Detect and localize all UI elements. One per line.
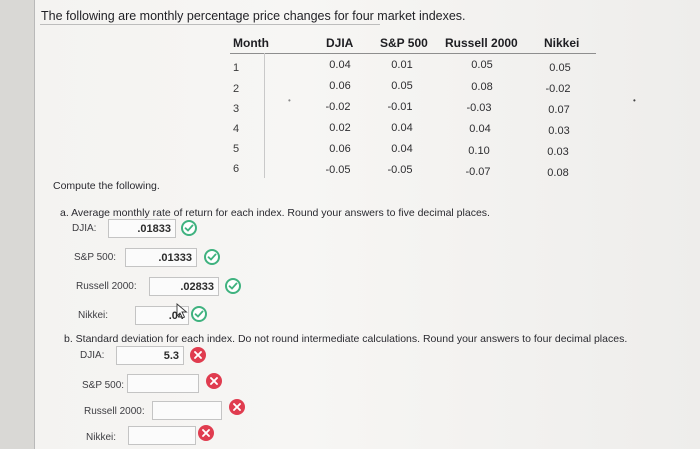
check-circle-icon bbox=[191, 306, 207, 322]
table-cell-sp500: -0.05 bbox=[387, 164, 413, 176]
check-circle-icon bbox=[181, 220, 197, 236]
check-circle-icon bbox=[225, 278, 241, 294]
intro-underline bbox=[40, 24, 380, 25]
part-a-sp500-input[interactable]: .01333 bbox=[125, 248, 197, 267]
part-a-sp500-label: S&P 500: bbox=[74, 252, 117, 263]
part-a-prompt: a. Average monthly rate of return for ea… bbox=[60, 207, 490, 219]
x-circle-icon bbox=[190, 347, 206, 363]
table-cell-sp500: 0.05 bbox=[391, 80, 413, 92]
decorative-dot: • bbox=[288, 96, 291, 105]
header-sp500: S&P 500 bbox=[380, 36, 428, 50]
table-cell-russell: 0.10 bbox=[468, 145, 490, 157]
part-b-sp500-label: S&P 500: bbox=[82, 380, 125, 391]
table-header-rule bbox=[230, 53, 596, 54]
table-cell-sp500: 0.01 bbox=[391, 59, 413, 71]
x-circle-icon bbox=[198, 425, 214, 441]
table-cell-djia: -0.05 bbox=[325, 164, 351, 176]
header-nikkei: Nikkei bbox=[544, 36, 580, 50]
table-cell-nikkei: 0.08 bbox=[547, 167, 569, 179]
x-circle-icon bbox=[229, 399, 245, 415]
table-cell-nikkei: 0.03 bbox=[548, 125, 570, 137]
part-b-nikkei-input[interactable] bbox=[128, 426, 196, 445]
header-month: Month bbox=[233, 36, 269, 50]
table-cell-sp500: 0.04 bbox=[391, 143, 413, 155]
part-a-djia-input[interactable]: .01833 bbox=[108, 219, 176, 238]
table-cell-nikkei: 0.07 bbox=[548, 104, 570, 116]
table-cell-djia: 0.04 bbox=[329, 59, 351, 71]
table-cell-djia: -0.02 bbox=[325, 101, 351, 113]
header-russell: Russell 2000 bbox=[445, 36, 518, 50]
compute-heading: Compute the following. bbox=[53, 180, 160, 192]
table-cell-russell: 0.04 bbox=[469, 123, 491, 135]
x-circle-icon bbox=[206, 373, 222, 389]
table-cell-russell: -0.07 bbox=[465, 166, 491, 178]
table-cell-russell: 0.08 bbox=[471, 81, 493, 93]
table-cell-russell: 0.05 bbox=[471, 59, 493, 71]
table-cell-nikkei: 0.05 bbox=[549, 62, 571, 74]
table-cell-sp500: -0.01 bbox=[387, 101, 413, 113]
table-cell-nikkei: 0.03 bbox=[547, 146, 569, 158]
table-cell-sp500: 0.04 bbox=[391, 122, 413, 134]
background-edge bbox=[0, 0, 34, 449]
table-cell-nikkei: -0.02 bbox=[545, 83, 571, 95]
table-cell-month: 6 bbox=[233, 163, 240, 175]
table-cell-month: 1 bbox=[233, 62, 240, 74]
table-cell-russell: -0.03 bbox=[466, 102, 492, 114]
part-b-russell-label: Russell 2000: bbox=[84, 406, 145, 417]
question-intro: The following are monthly percentage pri… bbox=[41, 9, 466, 23]
table-cell-month: 4 bbox=[233, 123, 240, 135]
part-b-russell-input[interactable] bbox=[152, 401, 222, 420]
table-cell-month: 3 bbox=[233, 103, 240, 115]
part-a-nikkei-label: Nikkei: bbox=[78, 310, 109, 321]
table-cell-djia: 0.06 bbox=[329, 143, 351, 155]
table-cell-month: 5 bbox=[233, 143, 240, 155]
check-circle-icon bbox=[204, 249, 220, 265]
part-a-djia-label: DJIA: bbox=[72, 223, 97, 234]
table-cell-djia: 0.06 bbox=[329, 80, 351, 92]
part-b-nikkei-label: Nikkei: bbox=[86, 432, 117, 443]
decorative-dot: • bbox=[633, 96, 636, 105]
part-b-sp500-input[interactable] bbox=[127, 374, 199, 393]
part-b-djia-label: DJIA: bbox=[80, 350, 105, 361]
header-djia: DJIA bbox=[326, 36, 354, 50]
part-a-russell-input[interactable]: .02833 bbox=[149, 277, 219, 296]
table-cell-month: 2 bbox=[233, 83, 240, 95]
mouse-pointer-icon bbox=[176, 303, 188, 319]
part-b-prompt: b. Standard deviation for each index. Do… bbox=[64, 333, 628, 345]
part-b-djia-input[interactable]: 5.3 bbox=[116, 346, 184, 365]
part-a-russell-label: Russell 2000: bbox=[76, 281, 137, 292]
table-cell-djia: 0.02 bbox=[329, 122, 351, 134]
